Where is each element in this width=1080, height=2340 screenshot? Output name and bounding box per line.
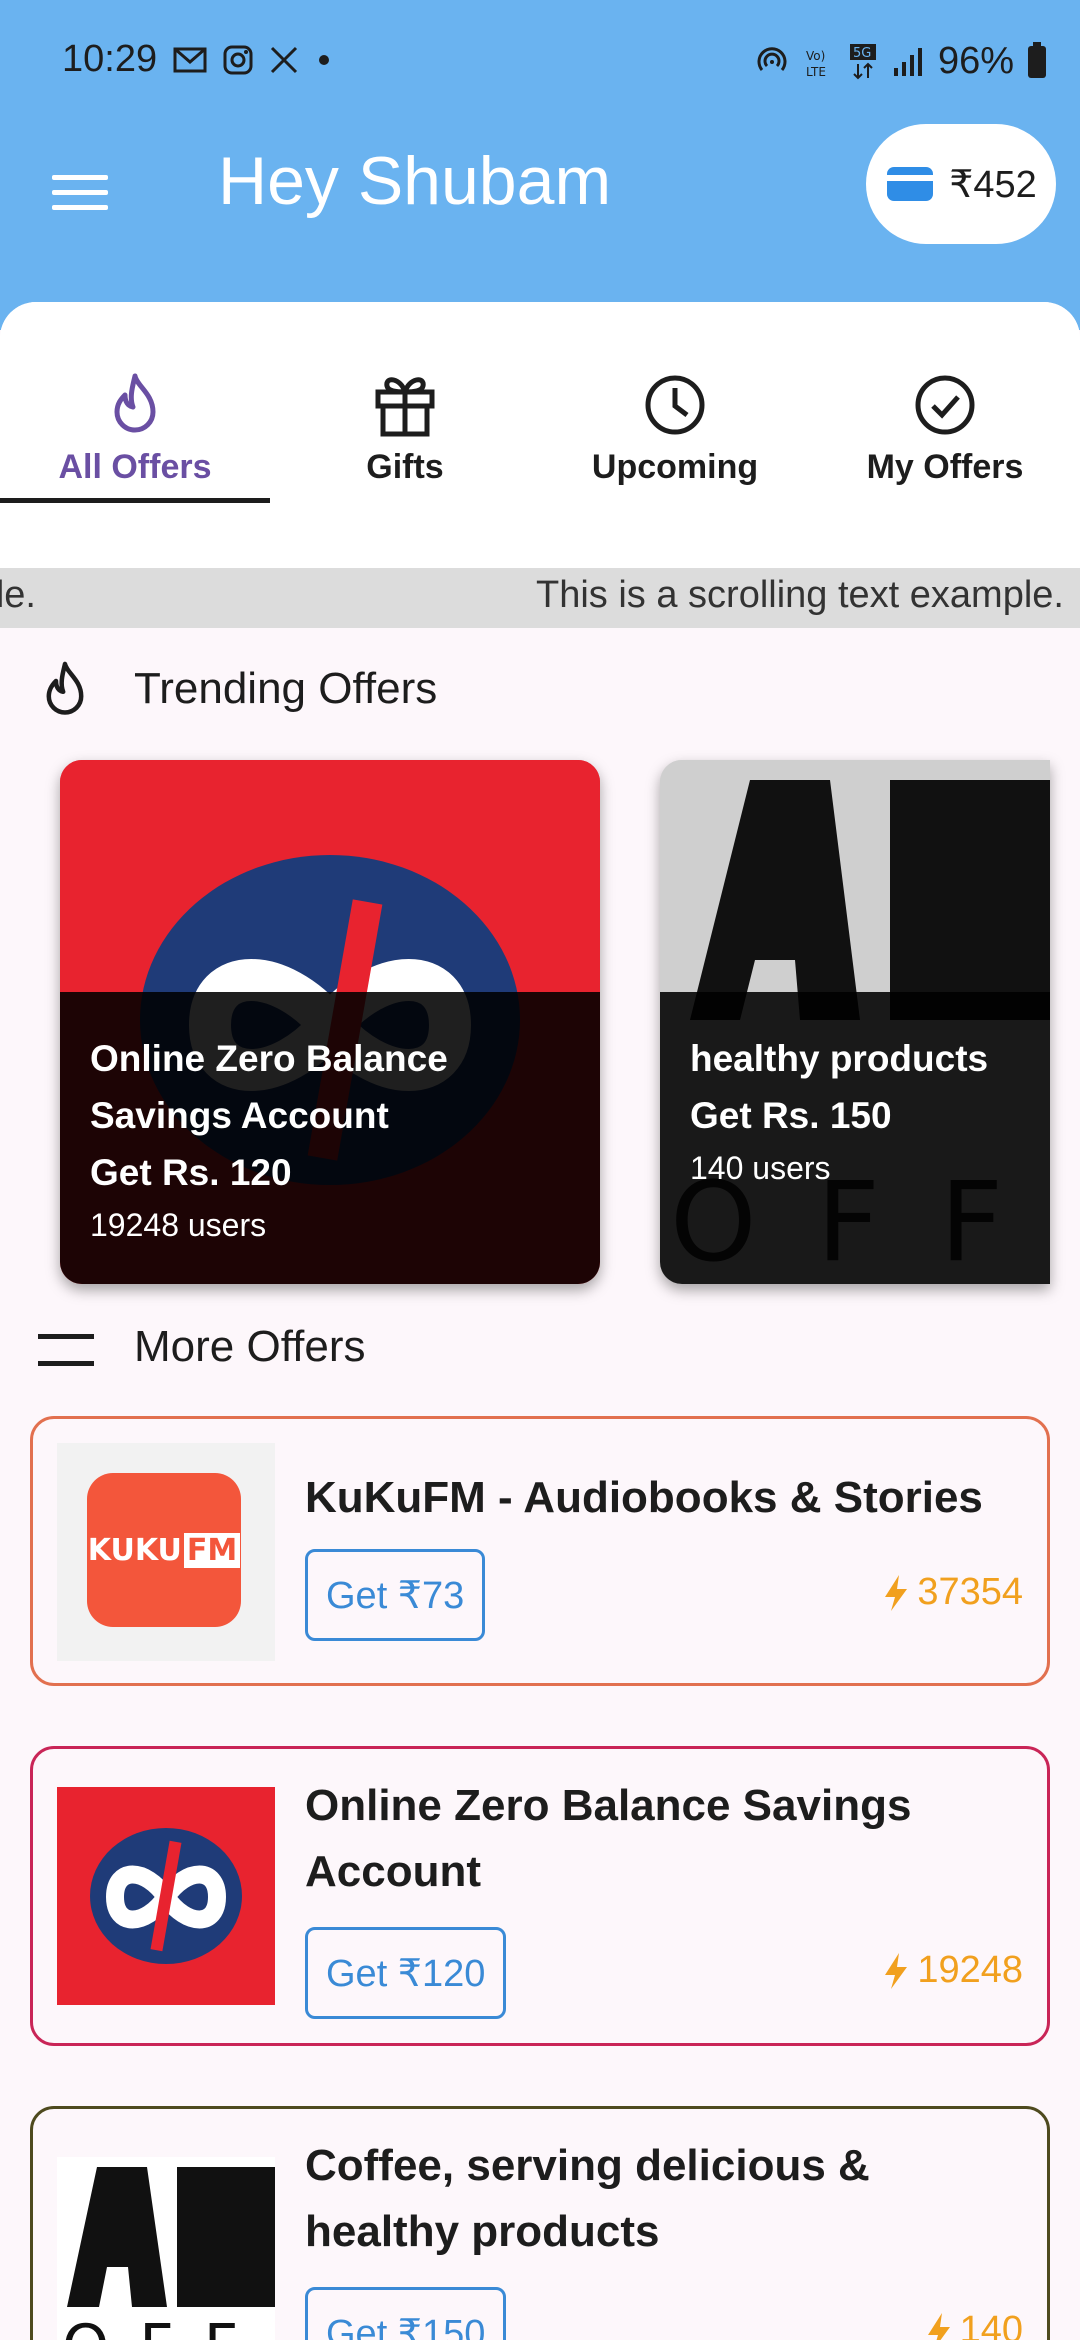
tab-label: My Offers <box>866 448 1024 486</box>
battery-icon <box>1028 41 1046 78</box>
lightning-icon <box>927 2312 950 2340</box>
trending-card[interactable]: OFF healthy products Get Rs. 150 140 use… <box>660 760 1050 1284</box>
trending-offers-title: Trending Offers <box>134 664 438 713</box>
active-tab-indicator <box>0 498 270 503</box>
trending-card[interactable]: Online Zero Balance Savings Account Get … <box>60 760 600 1284</box>
offer-name: Online Zero Balance Savings Account <box>305 1781 912 1896</box>
list-icon <box>38 1334 94 1366</box>
lightning-icon <box>885 1574 908 1611</box>
wallet-icon <box>887 167 934 201</box>
get-offer-button[interactable]: Get ₹150 <box>305 2287 507 2340</box>
status-time: 10:29 <box>62 38 158 80</box>
volte-icon: Vo) LTE <box>806 49 826 79</box>
x-icon <box>270 46 298 74</box>
trending-card-title: healthy products <box>690 1038 989 1079</box>
greeting-title: Hey Shubam <box>218 143 612 219</box>
content-sheet: All Offers Gifts Upcoming My Offers This… <box>0 302 1080 2340</box>
trending-card-reward: Get Rs. 150 <box>690 1095 892 1136</box>
lightning-icon <box>885 1952 908 1989</box>
signal-icon <box>893 47 922 76</box>
offer-user-count: 19248 <box>883 1949 1023 1992</box>
offer-user-count: 37354 <box>883 1571 1023 1614</box>
5g-icon: 5G <box>849 43 876 79</box>
offer-name: KuKuFM - Audiobooks & Stories <box>305 1473 983 1522</box>
gift-icon <box>375 377 435 437</box>
tab-gifts[interactable]: Gifts <box>270 372 540 512</box>
trending-card-reward: Get Rs. 120 <box>90 1152 292 1193</box>
fire-icon <box>114 373 156 433</box>
offer-card[interactable]: Online Zero Balance Savings Account Get … <box>30 1746 1050 2046</box>
gmail-icon <box>173 47 207 73</box>
scrolling-banner: This is a scrolling text example. This i… <box>0 568 1080 628</box>
hotspot-icon <box>757 46 787 71</box>
dot-icon <box>319 55 329 65</box>
svg-text:5G: 5G <box>853 46 871 61</box>
fire-icon <box>46 661 84 715</box>
battery-percent: 96% <box>937 40 1014 82</box>
offer-card[interactable]: OFF Coffee, serving delicious & healthy … <box>30 2106 1050 2340</box>
tab-label: All Offers <box>58 448 212 486</box>
tab-bar: All Offers Gifts Upcoming My Offers <box>0 302 1080 568</box>
status-bar: 10:29 Vo) LTE 5G 96% <box>0 0 1080 120</box>
offer-user-count: 140 <box>926 2309 1023 2340</box>
app-header: Hey Shubam ₹452 <box>0 120 1080 300</box>
wallet-amount: ₹452 <box>949 163 1037 206</box>
tab-my-offers[interactable]: My Offers <box>810 372 1080 512</box>
kukufm-logo: KUKU FM <box>57 1443 275 1661</box>
svg-text:LTE: LTE <box>806 65 826 79</box>
offer-name: Coffee, serving delicious & healthy prod… <box>305 2141 870 2256</box>
bank-logo <box>57 1787 275 2005</box>
ag-logo: OFF <box>57 2157 275 2340</box>
offer-card[interactable]: KUKU FM KuKuFM - Audiobooks & Stories Get… <box>30 1416 1050 1686</box>
instagram-icon <box>223 45 253 75</box>
more-offers-title: More Offers <box>134 1322 366 1371</box>
trending-card-title: Online Zero Balance Savings Account <box>90 1038 448 1136</box>
trending-card-users: 19248 users <box>90 1207 267 1243</box>
tab-label: Gifts <box>366 448 444 486</box>
svg-text:OFF: OFF <box>62 2312 268 2340</box>
marquee-text: This is a scrolling text example. <box>536 574 1064 616</box>
check-circle-icon <box>915 375 975 435</box>
marquee-text: This is a scrolling text example. <box>0 574 36 616</box>
tab-all-offers[interactable]: All Offers <box>0 372 270 512</box>
wallet-button[interactable]: ₹452 <box>866 124 1056 244</box>
svg-text:Vo): Vo) <box>806 49 825 63</box>
menu-button[interactable] <box>52 160 116 224</box>
get-offer-button[interactable]: Get ₹73 <box>305 1549 486 1641</box>
trending-card-users: 140 users <box>690 1150 831 1186</box>
clock-icon <box>645 375 705 435</box>
get-offer-button[interactable]: Get ₹120 <box>305 1927 507 2019</box>
tab-label: Upcoming <box>591 448 759 486</box>
tab-upcoming[interactable]: Upcoming <box>540 372 810 512</box>
